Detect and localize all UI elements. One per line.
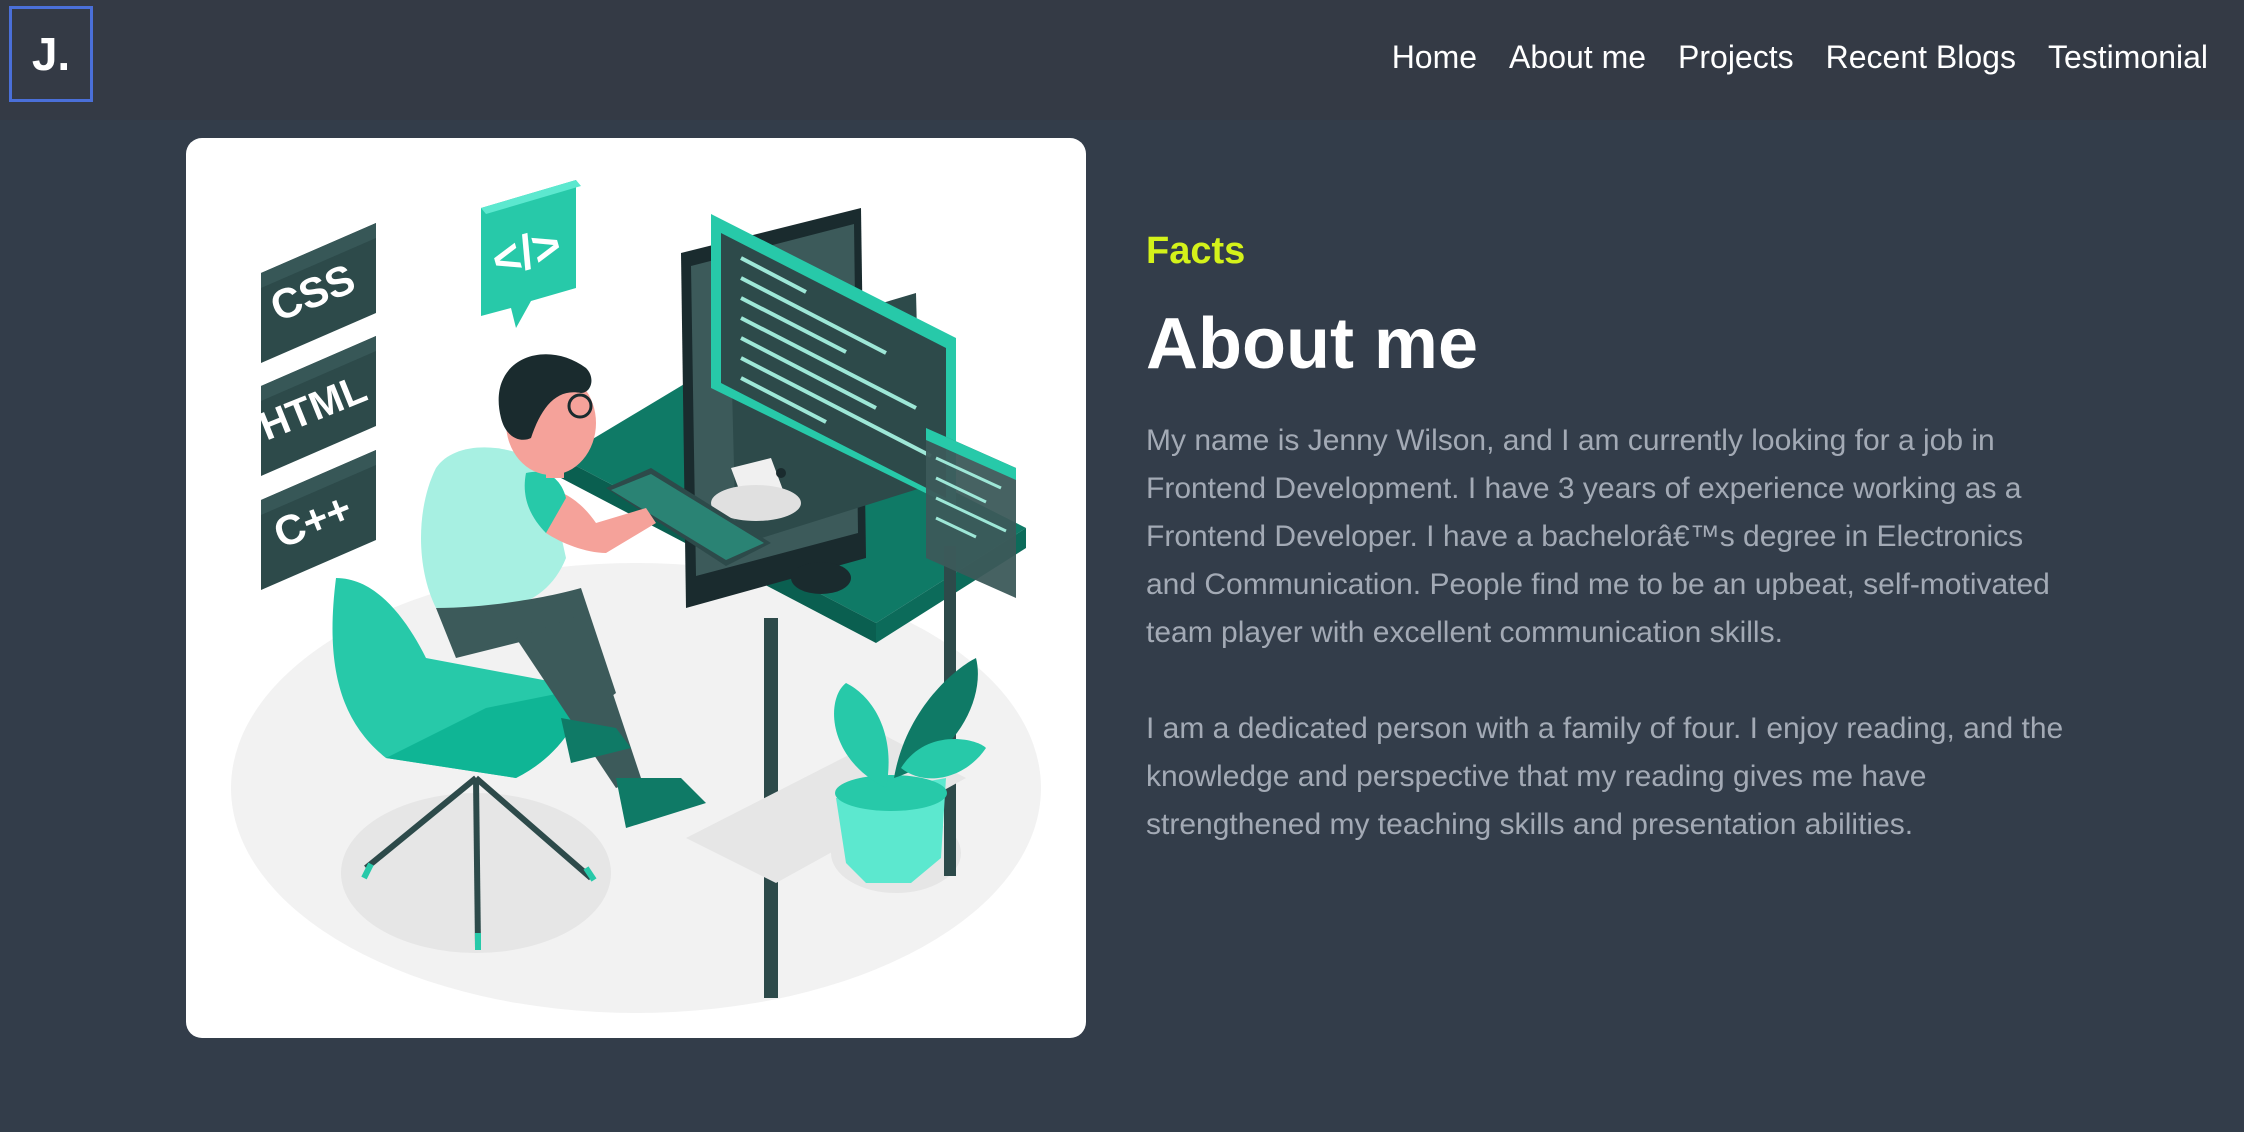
logo-text: J. bbox=[31, 28, 71, 80]
illustration-card: CSS HTML C++ </> bbox=[186, 138, 1086, 1038]
nav-link-about[interactable]: About me bbox=[1509, 39, 1646, 76]
navbar: J. Home About me Projects Recent Blogs T… bbox=[0, 0, 2244, 120]
css-tag-icon: CSS bbox=[261, 223, 376, 363]
nav-link-testimonial[interactable]: Testimonial bbox=[2048, 39, 2208, 76]
about-paragraph-1: My name is Jenny Wilson, and I am curren… bbox=[1146, 423, 2050, 649]
code-bubble-icon: </> bbox=[481, 180, 581, 328]
about-section: CSS HTML C++ </> Facts About me My name … bbox=[0, 120, 2244, 1132]
nav-link-home[interactable]: Home bbox=[1392, 39, 1477, 76]
logo[interactable]: J. bbox=[9, 6, 93, 102]
nav-link-recent-blogs[interactable]: Recent Blogs bbox=[1826, 39, 2016, 76]
nav-menu: Home About me Projects Recent Blogs Test… bbox=[1392, 0, 2208, 114]
section-eyebrow: Facts bbox=[1146, 230, 1246, 272]
nav-link-projects[interactable]: Projects bbox=[1678, 39, 1794, 76]
page-title: About me bbox=[1146, 304, 1478, 384]
about-text: Facts About me My name is Jenny Wilson, … bbox=[1146, 230, 2066, 897]
about-paragraph-2: I am a dedicated person with a family of… bbox=[1146, 711, 2064, 841]
cpp-tag-icon: C++ bbox=[261, 450, 376, 590]
developer-illustration: CSS HTML C++ </> bbox=[231, 180, 1041, 1013]
